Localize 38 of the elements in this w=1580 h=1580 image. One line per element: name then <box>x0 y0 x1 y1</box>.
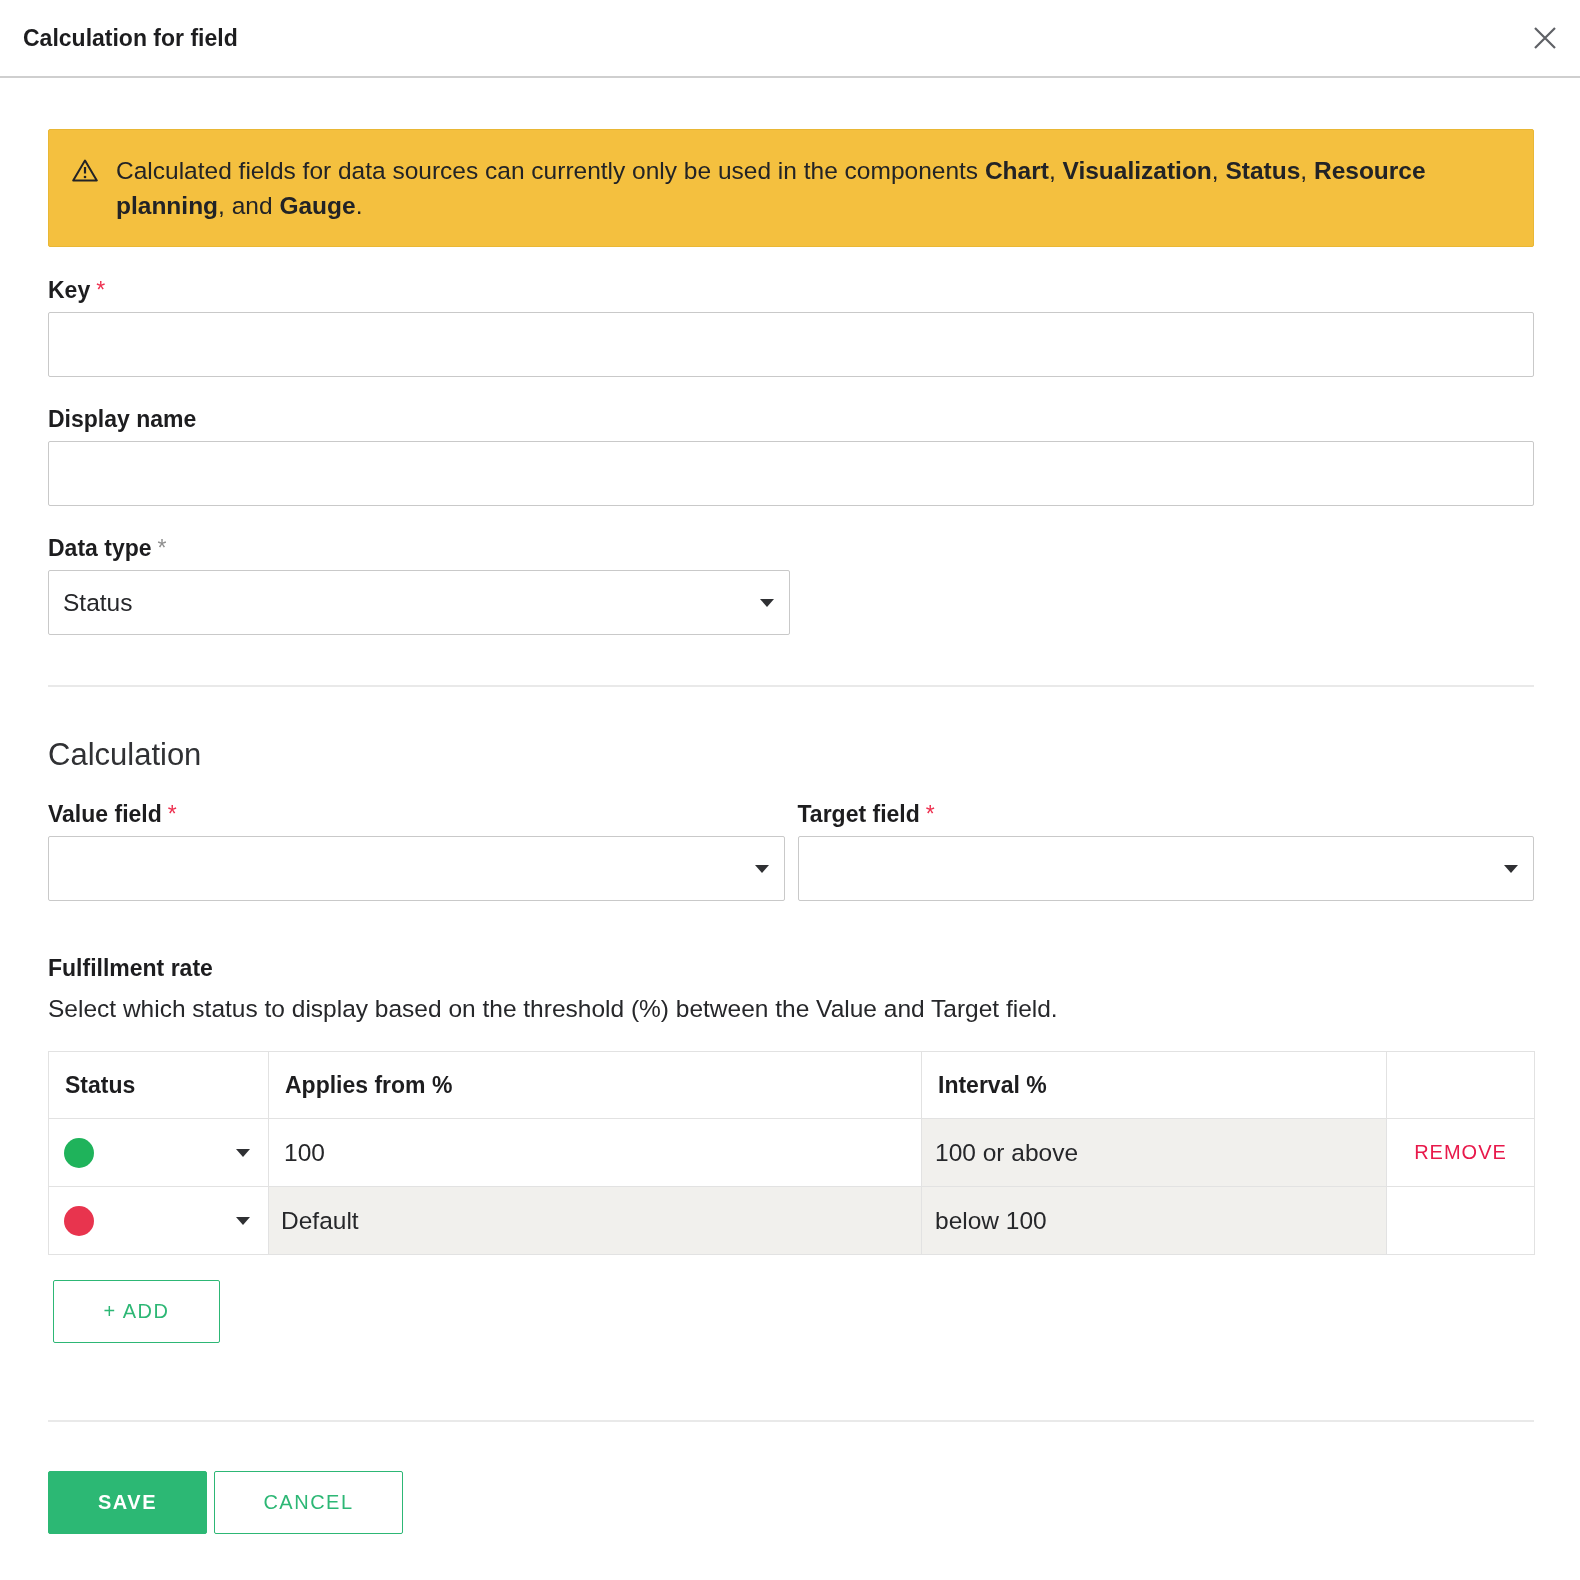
field-label: Data type <box>48 534 152 563</box>
caret-icon <box>236 1216 250 1225</box>
cancel-button[interactable]: CANCEL <box>214 1471 403 1534</box>
caret-icon <box>760 598 774 607</box>
field-label: Value field <box>48 800 162 829</box>
required-mark: * <box>167 800 177 829</box>
table-cell: below 100 <box>921 1186 1387 1255</box>
save-button[interactable]: SAVE <box>48 1471 207 1534</box>
description-text: Select which status to display based on the threshold (%) between the Value and Target field. <box>48 994 1059 1024</box>
applies-from-input[interactable]: 100 <box>268 1118 922 1187</box>
warning-message: Calculated fields for data sources can currently only be used in the components Chart, Visualization, Status, Resource planning, and Gauge. <box>116 156 1427 221</box>
table-cell: 100 or above <box>921 1118 1387 1187</box>
column-header: Status <box>48 1051 269 1119</box>
applies-from-input: Default <box>268 1186 922 1255</box>
add-button[interactable]: + ADD <box>53 1280 220 1343</box>
status-dropdown[interactable] <box>48 1186 269 1255</box>
section-heading: Calculation <box>48 737 203 773</box>
dropdown[interactable] <box>797 836 1534 901</box>
required-mark: * <box>157 534 167 563</box>
text-input[interactable] <box>48 441 1534 506</box>
field-label: Display name <box>48 405 197 434</box>
warning-icon <box>72 159 98 182</box>
dropdown[interactable] <box>48 836 785 901</box>
close-icon[interactable] <box>1534 27 1556 49</box>
caret-icon <box>1504 864 1518 873</box>
caret-icon <box>236 1148 250 1157</box>
section-title: Fulfillment rate <box>48 954 214 983</box>
dropdown[interactable]: Status <box>48 570 790 635</box>
dialog-title: Calculation for field <box>23 24 238 52</box>
required-mark: * <box>96 276 106 305</box>
required-mark: * <box>925 800 935 829</box>
field-label: Key <box>48 276 91 305</box>
column-header: Applies from % <box>268 1051 922 1119</box>
caret-icon <box>754 864 769 873</box>
column-header: Interval % <box>921 1051 1387 1119</box>
status-dropdown[interactable] <box>48 1118 269 1187</box>
text-input[interactable] <box>48 312 1534 377</box>
field-label: Target field <box>797 800 920 829</box>
